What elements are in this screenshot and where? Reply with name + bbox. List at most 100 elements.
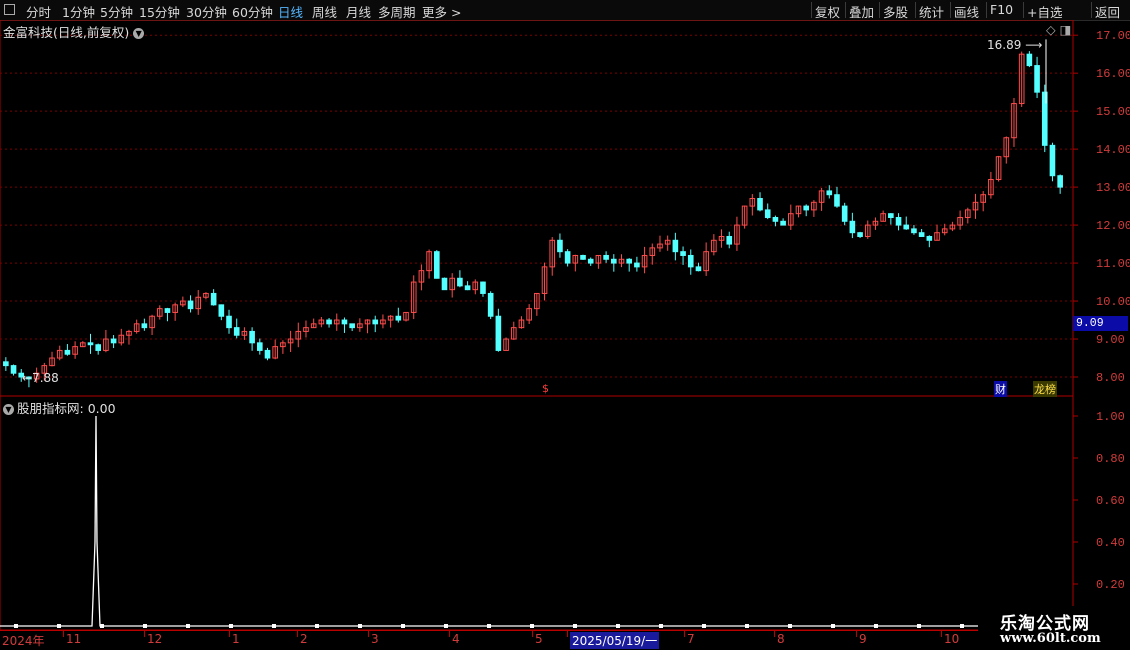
indicator-dot [14, 624, 18, 628]
s-marker[interactable]: $ [541, 382, 550, 395]
candle-body [495, 315, 502, 351]
candle-body [895, 216, 902, 226]
toolbar-button-1[interactable]: 叠加 [849, 2, 874, 21]
candle-body [249, 330, 255, 344]
candle-body [780, 220, 786, 226]
candle-body [164, 308, 171, 313]
candle-body [926, 235, 933, 241]
candle-body [87, 342, 94, 346]
indicator-dot [358, 624, 362, 628]
chart-options-icon[interactable]: ◇ ◨ [1046, 22, 1071, 37]
current-price-tag: 9.09 [1073, 316, 1128, 331]
high-price-label: 16.89 ⟶ [987, 38, 1043, 52]
candle-body [487, 292, 494, 317]
candle-body [1026, 53, 1033, 67]
indicator-title: 股朋指标网 [17, 401, 80, 416]
tab-10[interactable]: 更多 > [422, 2, 461, 21]
indicator-title-row: ▼ 股朋指标网: 0.00 [3, 398, 116, 417]
time-label: 1 [232, 632, 240, 646]
candle-body [764, 209, 771, 218]
time-tick [684, 631, 685, 637]
candle-body [464, 285, 471, 291]
time-tick [368, 631, 369, 637]
candle-body [187, 300, 194, 310]
candle-body [110, 338, 117, 344]
finance-badge[interactable]: 财 [994, 381, 1007, 397]
indicator-line [0, 415, 1000, 627]
candle-body [672, 239, 679, 253]
time-label: 12 [147, 632, 163, 646]
time-tick [297, 631, 298, 637]
toolbar-button-6[interactable]: +自选 [1027, 2, 1062, 21]
stock-title: 金富科技(日线,前复权) [3, 25, 130, 40]
candle-body [626, 258, 633, 264]
tab-5[interactable]: 60分钟 [232, 2, 273, 21]
candle-body [3, 361, 9, 367]
toolbar-separator [950, 2, 951, 18]
tab-3[interactable]: 15分钟 [139, 2, 180, 21]
toolbar-button-2[interactable]: 多股 [883, 2, 908, 21]
candle-body [687, 254, 694, 268]
candle-body [372, 319, 379, 325]
candle-body [603, 254, 609, 260]
watermark-url: www.60lt.com [1000, 631, 1101, 646]
time-tick [144, 631, 145, 637]
indicator-dot [530, 624, 534, 628]
tab-0[interactable]: 分时 [26, 2, 51, 21]
candle-body [834, 194, 840, 207]
indicator-tick-label: 1.00 [1096, 410, 1125, 424]
time-label: 2024年 [2, 634, 45, 648]
toolbar-separator [1091, 2, 1092, 18]
tab-4[interactable]: 30分钟 [186, 2, 227, 21]
indicator-dot [487, 624, 491, 628]
candle-body [457, 277, 463, 287]
candle-body [326, 319, 332, 325]
toolbar-separator [811, 2, 812, 18]
candle-body [695, 266, 702, 272]
toolbar-separator [845, 2, 846, 18]
candle-body [1049, 144, 1056, 177]
candle-body [10, 365, 17, 374]
tab-6[interactable]: 日线 [278, 2, 303, 21]
dragon-rank-badge[interactable]: 龙榜 [1033, 381, 1057, 397]
toolbar-button-7[interactable]: 返回 [1095, 2, 1120, 21]
menu-icon[interactable] [4, 4, 15, 15]
indicator-tick-label: 0.20 [1096, 578, 1125, 592]
candle-body [803, 205, 810, 211]
price-tick-label: 14.00 [1096, 143, 1130, 157]
toolbar-button-0[interactable]: 复权 [815, 2, 840, 21]
low-price-label: ←7.88 [22, 371, 59, 385]
price-tick-label: 11.00 [1096, 257, 1130, 271]
price-tick-label: 9.00 [1096, 333, 1125, 347]
candle-body [857, 232, 863, 237]
tab-1[interactable]: 1分钟 [62, 2, 95, 21]
tab-7[interactable]: 周线 [312, 2, 337, 21]
tab-8[interactable]: 月线 [346, 2, 371, 21]
price-tick-label: 13.00 [1096, 181, 1130, 195]
candle-body [264, 349, 271, 359]
indicator-value: : 0.00 [79, 401, 116, 416]
toolbar-button-5[interactable]: F10 [990, 2, 1013, 17]
toolbar: 分时 1分钟 5分钟 15分钟 30分钟 60分钟 日线 周线 月线 多周期 更多 > 复权 叠加 多股统… [0, 0, 1130, 21]
indicator-dot [272, 624, 276, 628]
candle-body [634, 262, 640, 268]
tab-9[interactable]: 多周期 [378, 2, 416, 21]
toolbar-button-4[interactable]: 画线 [954, 2, 979, 21]
candle-body [141, 323, 148, 329]
candle-body [587, 258, 594, 264]
chevron-down-icon[interactable]: ▼ [3, 404, 14, 415]
time-label[interactable]: 2025/05/19/一 [570, 632, 660, 649]
indicator-dot [745, 624, 749, 628]
indicator-dot [616, 624, 620, 628]
indicator-dot [229, 624, 233, 628]
chevron-down-icon[interactable]: ▼ [133, 28, 145, 39]
candle-body [911, 228, 917, 234]
tab-2[interactable]: 5分钟 [100, 2, 133, 21]
time-label: 10 [944, 632, 960, 646]
candle-body [680, 251, 686, 256]
toolbar-button-3[interactable]: 统计 [919, 2, 944, 21]
indicator-dot [659, 624, 663, 628]
candle-body [256, 342, 263, 351]
time-axis: 2024年 11 12 1 2 3 4 5 2025/05/19/一 7 8 9 10 [0, 630, 1074, 649]
candle-body [95, 344, 102, 351]
